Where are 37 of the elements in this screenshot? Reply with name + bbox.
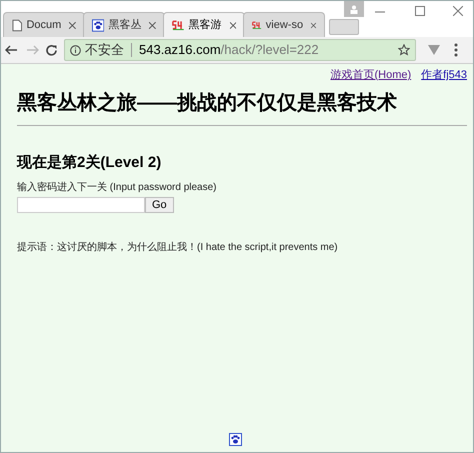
info-icon <box>70 44 81 56</box>
close-icon[interactable] <box>453 6 463 16</box>
close-icon[interactable] <box>311 22 316 28</box>
browser-tab[interactable]: 黑客丛 <box>83 12 165 37</box>
maximize-icon[interactable] <box>415 6 425 16</box>
page-title: 黑客丛林之旅——挑战的不仅仅是黑客技术 <box>17 90 398 116</box>
close-icon[interactable] <box>69 22 76 28</box>
password-prompt: 输入密码进入下一关 (Input password please) <box>17 180 218 195</box>
tab-title: 黑客游 <box>188 18 222 33</box>
browser-tab[interactable]: view-so <box>243 12 325 37</box>
security-label: 不安全 <box>85 41 124 60</box>
close-icon[interactable] <box>149 22 156 28</box>
browser-tab[interactable]: 黑客游 <box>163 12 245 37</box>
password-field[interactable] <box>17 197 145 213</box>
tab-title: view-so <box>266 18 304 33</box>
close-icon[interactable] <box>230 22 236 28</box>
back-icon[interactable] <box>5 45 17 55</box>
menu-icon[interactable] <box>454 43 458 57</box>
nav-link[interactable]: 游戏首页(Home) <box>330 67 412 84</box>
logo-icon <box>172 19 185 31</box>
paw-icon <box>92 18 104 32</box>
go-button[interactable]: Go <box>145 197 174 213</box>
level-heading: 现在是第2关(Level 2) <box>17 152 162 172</box>
person-icon <box>350 4 358 14</box>
address-bar[interactable]: 不安全 543.az16.com/hack/?level=222 <box>64 39 416 61</box>
tab-title: Docum <box>26 18 62 33</box>
nav-link[interactable]: 作者fj543 <box>421 67 467 84</box>
browser-tab[interactable]: Docum <box>3 12 85 37</box>
logo-icon <box>252 19 262 31</box>
extension-icon[interactable] <box>428 44 440 56</box>
document-icon <box>12 18 22 32</box>
paw-icon <box>229 433 242 446</box>
star-icon[interactable] <box>398 44 410 56</box>
tab-title: 黑客丛 <box>108 18 142 33</box>
reload-icon[interactable] <box>45 44 58 56</box>
hint-text: 提示语：这讨厌的脚本，为什么阻止我！(I hate the script,it prevents me) <box>17 240 339 255</box>
url-text: 543.az16.com/hack/?level=222 <box>139 41 320 60</box>
